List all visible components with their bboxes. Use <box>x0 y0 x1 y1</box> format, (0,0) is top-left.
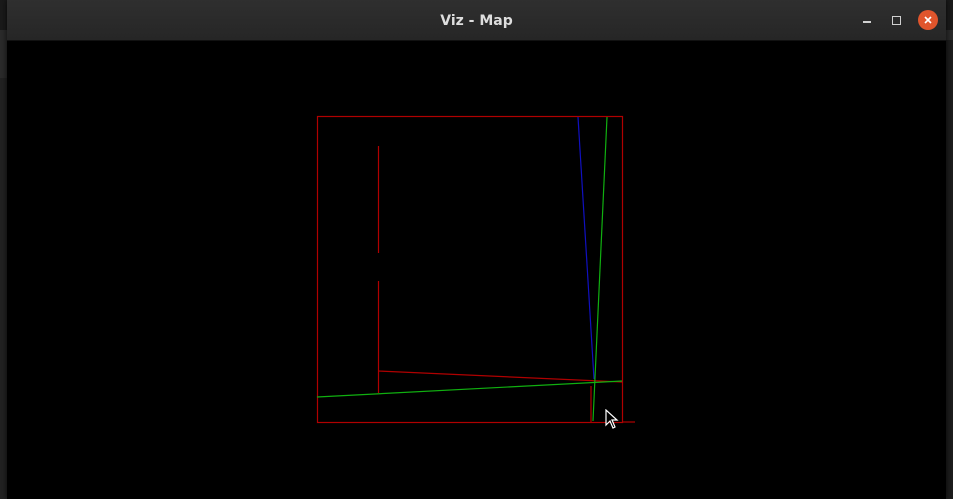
close-button[interactable] <box>918 10 938 30</box>
window-title: Viz - Map <box>440 13 513 29</box>
minimize-button[interactable] <box>857 10 877 30</box>
blue-axis-line <box>577 116 595 380</box>
minimize-icon <box>863 21 871 23</box>
maximize-icon <box>891 15 901 25</box>
map-canvas[interactable] <box>7 41 946 499</box>
window-titlebar[interactable]: Viz - Map <box>7 0 946 41</box>
viz-map-window: Viz - Map <box>7 0 946 499</box>
green-axis-line-horizontal <box>316 380 623 398</box>
mouse-cursor-icon <box>605 409 619 429</box>
close-icon <box>918 10 938 30</box>
map-drawing <box>316 115 635 424</box>
wall-segment-horizontal <box>377 370 623 383</box>
map-boundary <box>316 115 624 424</box>
maximize-button[interactable] <box>886 10 906 30</box>
green-axis-line-vertical <box>592 116 608 422</box>
